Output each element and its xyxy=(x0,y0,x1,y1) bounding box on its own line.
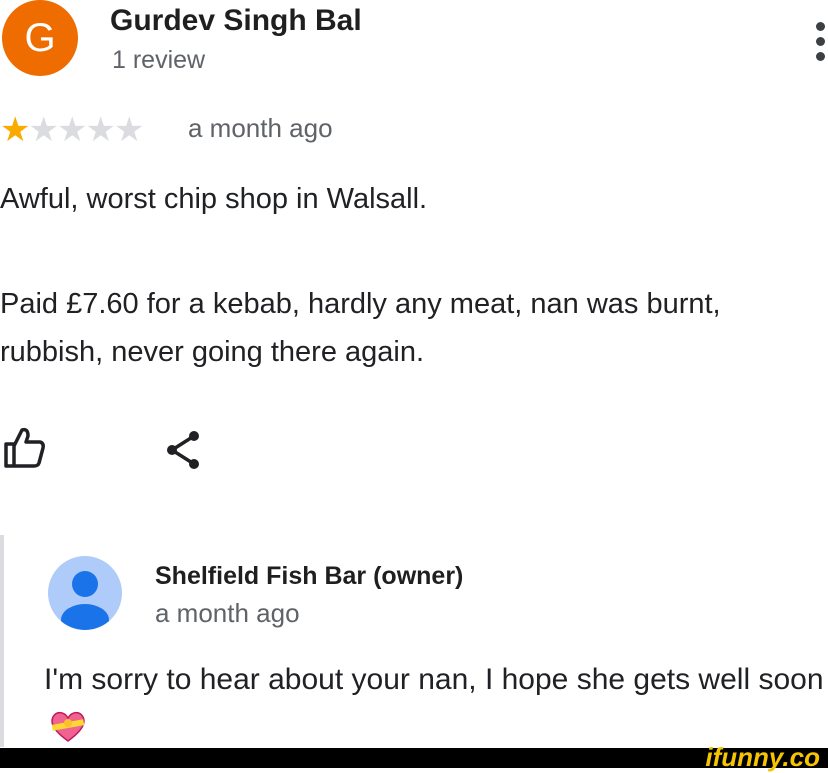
watermark: ifunny.co xyxy=(705,742,820,772)
reply-text: I'm sorry to hear about your nan, I hope… xyxy=(44,656,824,752)
star-icon: ★ xyxy=(85,111,116,149)
author-avatar[interactable]: G xyxy=(2,0,78,76)
reply-divider xyxy=(0,535,4,747)
person-avatar-icon[interactable] xyxy=(48,556,122,630)
review-date: a month ago xyxy=(188,113,333,143)
heart-with-ribbon-emoji-icon xyxy=(50,709,86,743)
author-name[interactable]: Gurdev Singh Bal xyxy=(110,4,362,38)
more-vert-icon[interactable] xyxy=(812,22,828,68)
star-rating: ★★★★★ xyxy=(0,110,145,150)
reply-text-content: I'm sorry to hear about your nan, I hope… xyxy=(44,663,824,696)
share-icon[interactable] xyxy=(164,430,204,470)
thumbs-up-icon[interactable] xyxy=(4,426,46,468)
owner-name[interactable]: Shelfield Fish Bar (owner) xyxy=(155,562,463,591)
star-icon: ★ xyxy=(28,111,59,149)
reply-date: a month ago xyxy=(155,598,300,628)
review-text-paragraph: Awful, worst chip shop in Walsall. xyxy=(0,183,428,215)
star-icon: ★ xyxy=(56,111,88,149)
footer-bar: ifunny.co xyxy=(0,742,828,772)
author-review-count: 1 review xyxy=(112,46,206,74)
star-icon: ★ xyxy=(0,111,31,149)
review-text-paragraph: Paid £7.60 for a kebab, hardly any meat,… xyxy=(0,288,721,368)
star-icon: ★ xyxy=(113,111,145,149)
